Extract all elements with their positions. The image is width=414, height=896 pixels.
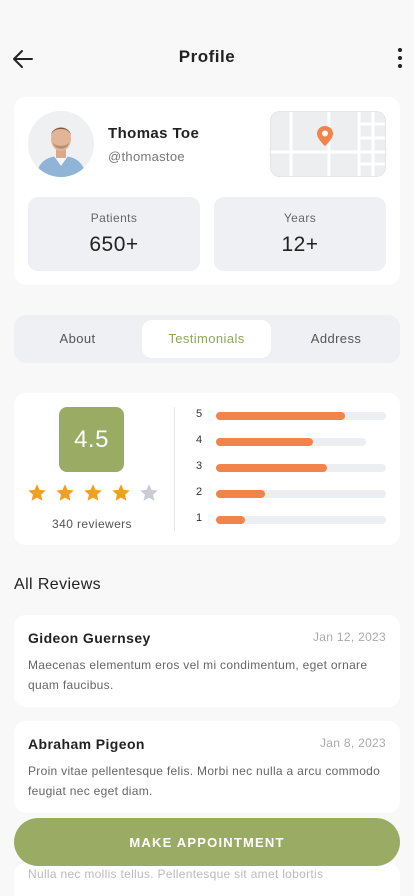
doctor-handle: @thomastoe <box>108 149 185 164</box>
tab-testimonials[interactable]: Testimonials <box>142 320 271 358</box>
rating-bar-label: 5 <box>196 408 203 420</box>
rating-bar-row: 2 <box>196 486 396 499</box>
rating-bar-track <box>216 464 386 472</box>
review-card: Gideon Guernsey Jan 12, 2023 Maecenas el… <box>14 615 400 707</box>
review-text: Proin vitae pellentesque felis. Morbi ne… <box>28 764 381 798</box>
make-appointment-button[interactable]: MAKE APPOINTMENT <box>14 818 400 866</box>
page-title: Profile <box>178 47 236 66</box>
rating-bar-fill <box>216 412 345 420</box>
map-pin-icon <box>317 126 333 146</box>
stat-value: 12+ <box>281 233 319 256</box>
rating-bar-fill <box>216 516 245 524</box>
star-rating <box>27 483 159 503</box>
divider <box>174 407 175 531</box>
rating-bar-track <box>216 516 386 524</box>
rating-bar-track <box>216 438 366 446</box>
profile-card: Thomas Toe @thomastoe Patients 650+ Year… <box>14 97 400 285</box>
star-empty-icon <box>140 484 158 501</box>
rating-bar-fill <box>216 490 265 498</box>
review-text: Nulla nec mollis tellus. Pellentesque si… <box>28 867 324 881</box>
review-text: Maecenas elementum eros vel mi condiment… <box>28 658 368 692</box>
avatar-photo <box>28 111 94 177</box>
rating-bar-fill <box>216 438 313 446</box>
top-bar: Profile <box>0 0 414 100</box>
tab-address[interactable]: Address <box>276 320 396 358</box>
review-card: Abraham Pigeon Jan 8, 2023 Proin vitae p… <box>14 721 400 813</box>
stat-label: Patients <box>90 211 138 225</box>
rating-bar-label: 4 <box>196 434 203 446</box>
tab-bar: About Testimonials Address <box>14 315 400 363</box>
reviewer-name: Abraham Pigeon <box>28 736 145 752</box>
doctor-name: Thomas Toe <box>108 125 200 142</box>
rating-bar-label: 1 <box>196 512 203 524</box>
review-date: Jan 12, 2023 <box>313 630 386 644</box>
rating-bar-track <box>216 490 386 498</box>
reviewer-count: 340 reviewers <box>52 517 132 531</box>
star-filled-icon <box>56 484 74 501</box>
rating-bar-fill <box>216 464 327 472</box>
star-filled-icon <box>112 484 130 501</box>
rating-bar-label: 2 <box>196 486 203 498</box>
reviewer-name: Gideon Guernsey <box>28 630 151 646</box>
rating-bar-row: 3 <box>196 460 396 473</box>
stat-label: Years <box>283 211 317 225</box>
review-card-partial: Nulla nec mollis tellus. Pellentesque si… <box>14 863 400 896</box>
section-title-all-reviews: All Reviews <box>14 576 102 593</box>
more-options-button[interactable] <box>396 46 404 70</box>
tab-about[interactable]: About <box>19 320 136 358</box>
star-filled-icon <box>84 484 102 501</box>
review-date: Jan 8, 2023 <box>319 736 386 750</box>
rating-bar-row: 1 <box>196 512 396 525</box>
avatar <box>28 111 94 177</box>
stat-patients: Patients 650+ <box>28 197 200 271</box>
rating-bar-row: 4 <box>196 434 396 447</box>
rating-bar-row: 5 <box>196 408 396 421</box>
stat-years: Years 12+ <box>214 197 386 271</box>
rating-score: 4.5 <box>59 407 124 472</box>
location-map[interactable] <box>270 111 386 177</box>
rating-bar-label: 3 <box>196 460 203 472</box>
rating-bar-track <box>216 412 386 420</box>
rating-summary-card: 4.5 340 reviewers 5 4 3 2 1 <box>14 393 400 545</box>
more-vertical-icon <box>398 48 402 52</box>
stat-value: 650+ <box>89 233 139 256</box>
star-filled-icon <box>28 484 46 501</box>
